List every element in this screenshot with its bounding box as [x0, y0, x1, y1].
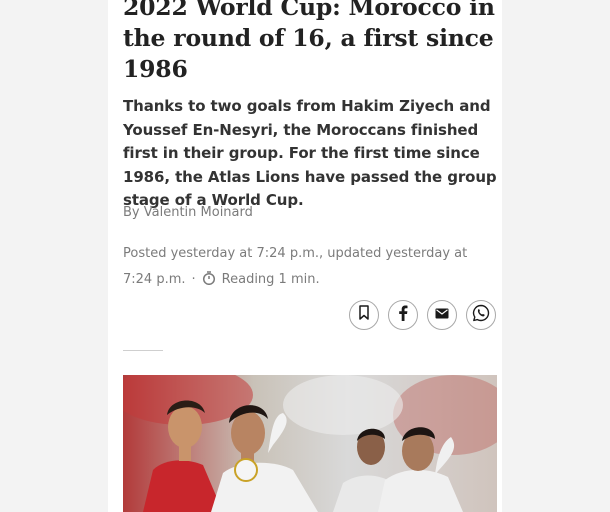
facebook-share-button[interactable] — [388, 300, 418, 330]
mail-icon — [435, 306, 449, 324]
article-photo[interactable] — [123, 375, 497, 512]
bookmark-icon — [358, 305, 370, 325]
bookmark-button[interactable] — [349, 300, 379, 330]
article-meta: Posted yesterday at 7:24 p.m., updated y… — [123, 241, 495, 295]
article-headline: 2022 World Cup: Morocco in the round of … — [123, 0, 495, 83]
email-share-button[interactable] — [427, 300, 457, 330]
section-divider — [123, 350, 163, 351]
clock-icon — [202, 269, 216, 295]
whatsapp-icon — [472, 304, 490, 327]
article-byline[interactable]: By Valentin Moinard — [123, 205, 253, 220]
reading-time: Reading 1 min. — [221, 272, 320, 287]
facebook-icon — [398, 305, 408, 326]
whatsapp-share-button[interactable] — [466, 300, 496, 330]
article-standfirst: Thanks to two goals from Hakim Ziyech an… — [123, 97, 497, 209]
meta-separator: · — [191, 272, 196, 287]
players-celebrating-image — [123, 375, 497, 512]
